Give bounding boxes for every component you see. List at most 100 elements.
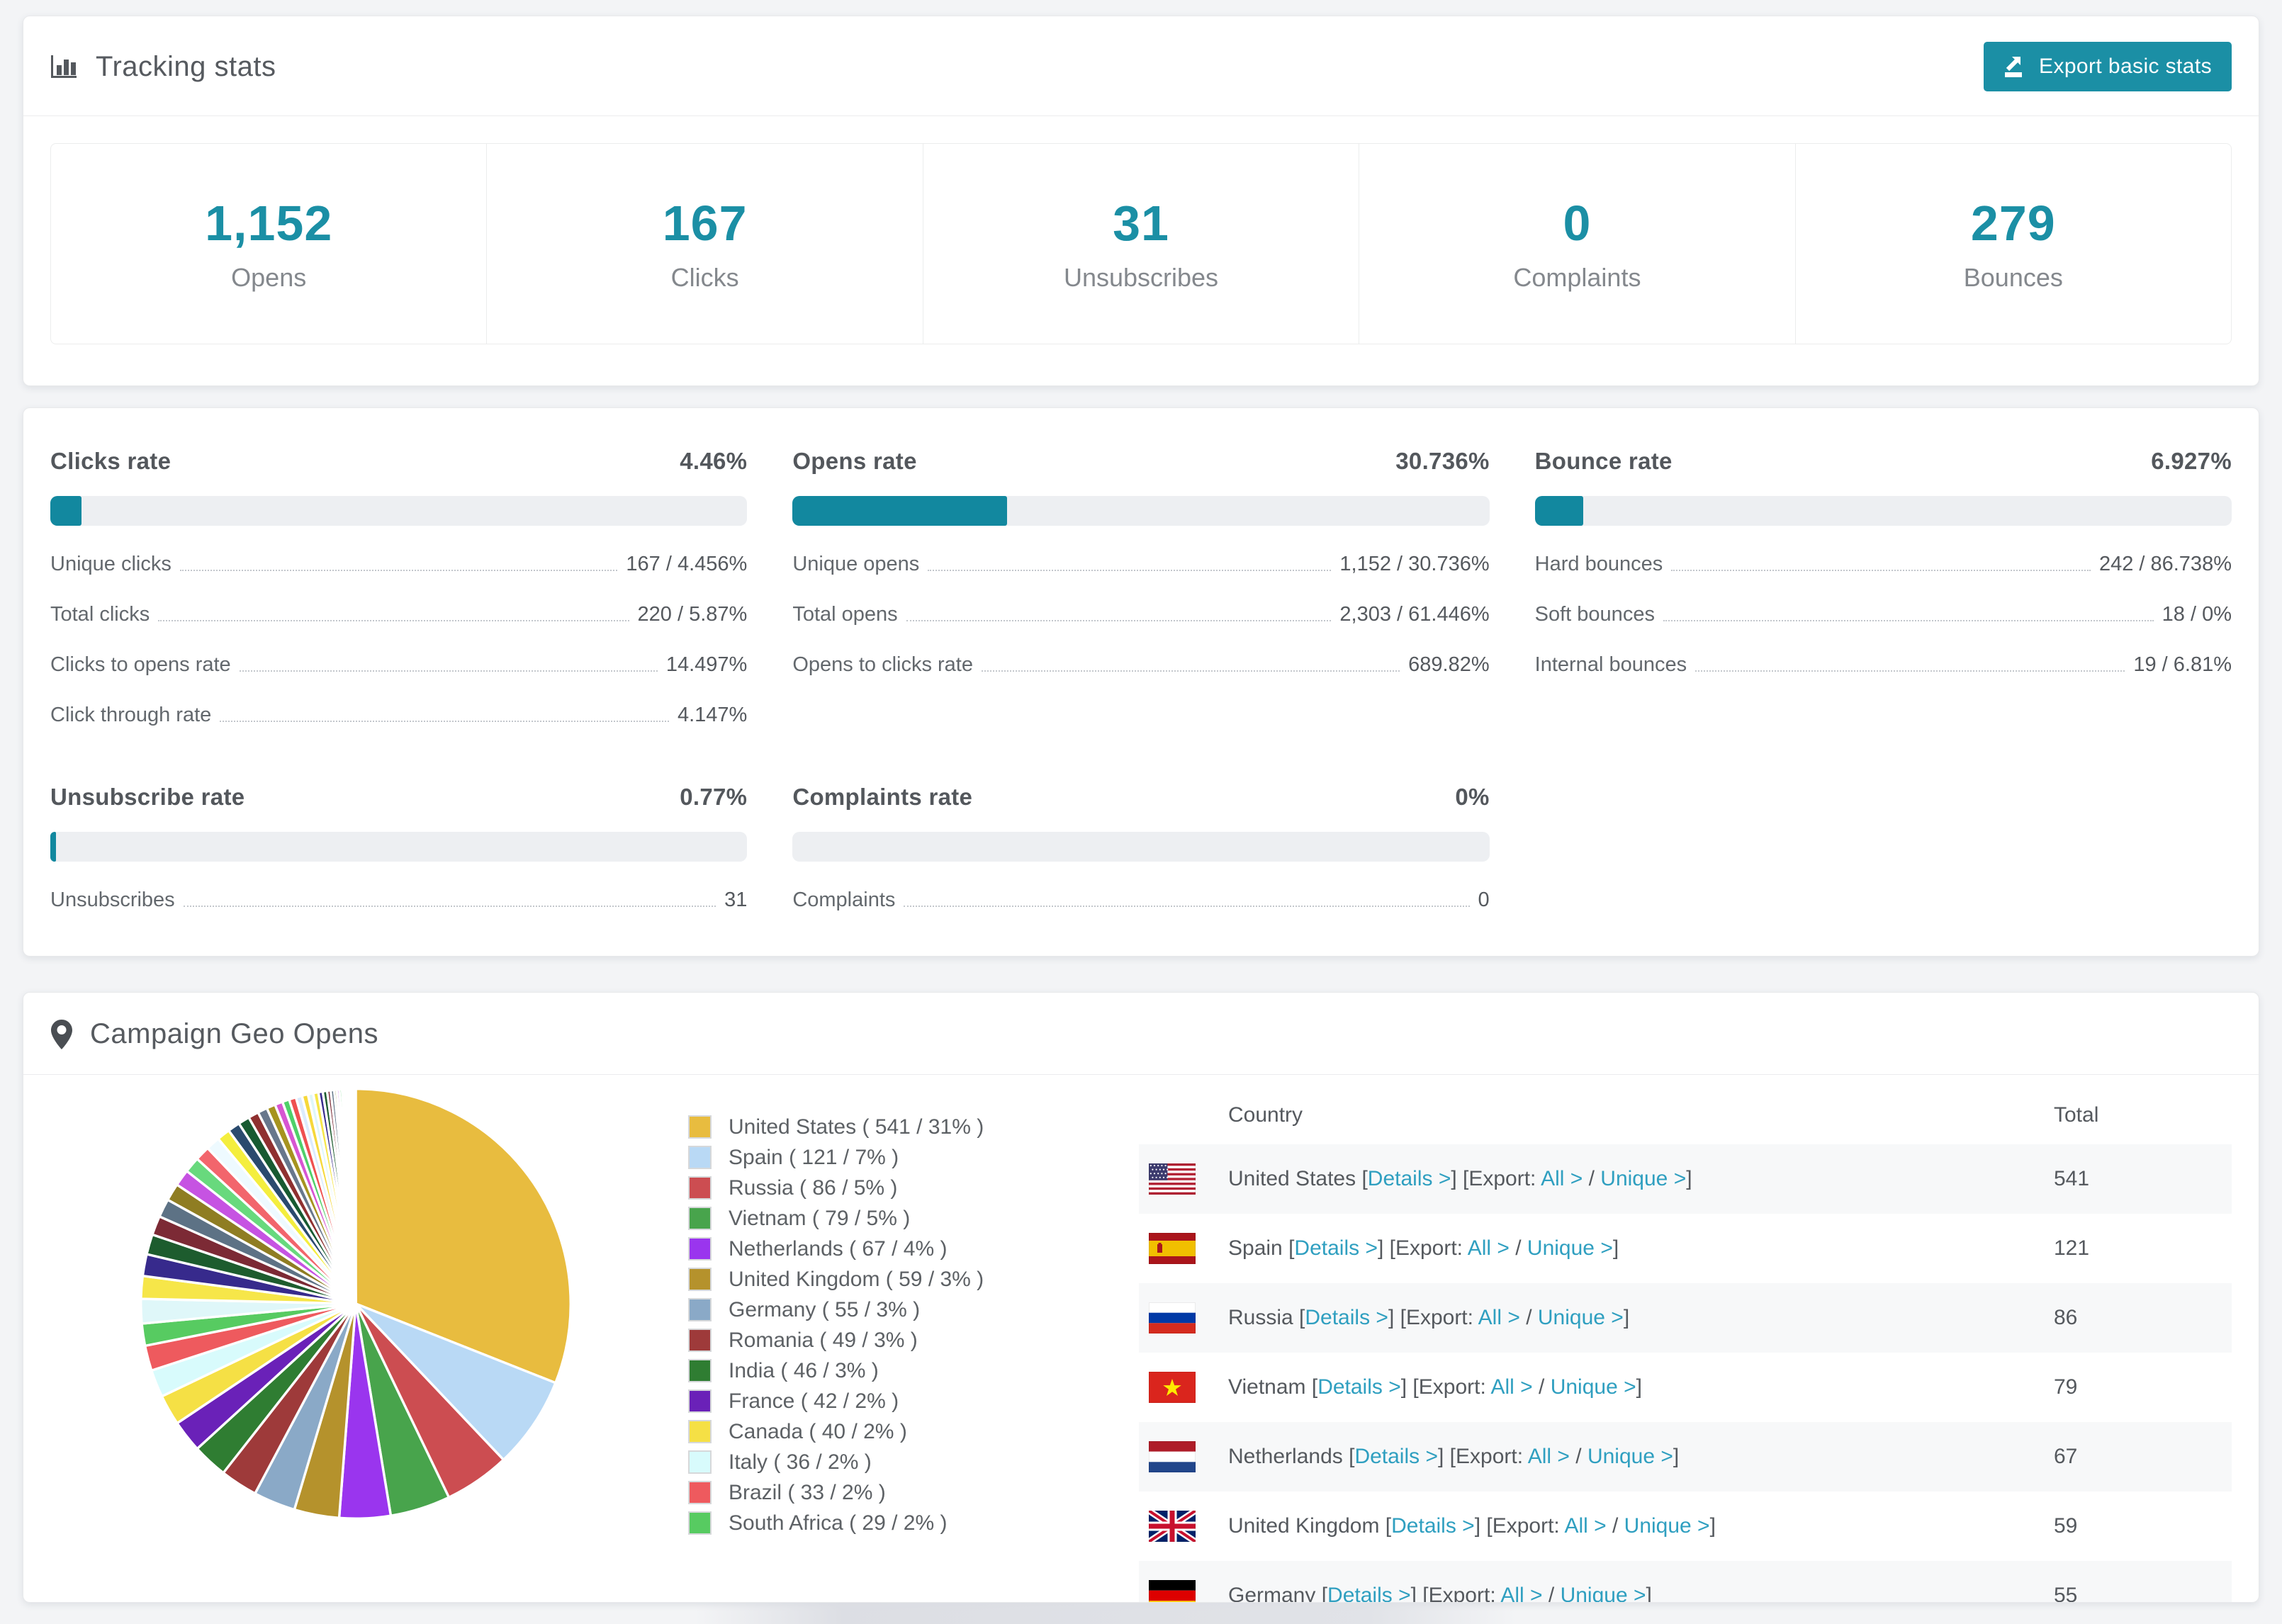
country-name: Vietnam: [1228, 1375, 1306, 1399]
progress-bar-fill: [1534, 496, 1583, 526]
rate-row-label: Internal bounces: [1534, 653, 1687, 676]
flag-nl-icon: [1149, 1441, 1196, 1472]
geo-row-germany: Germany [Details >] [Export: All > / Uni…: [1139, 1561, 2232, 1603]
dotted-leader: [158, 620, 629, 621]
country-name: United States: [1228, 1167, 1356, 1190]
export-unique-link[interactable]: Unique >: [1600, 1167, 1686, 1190]
rate-row-total-clicks: Total clicks 220 / 5.87%: [50, 603, 747, 626]
geo-body: United States ( 541 / 31% ) Spain ( 121 /…: [23, 1075, 2259, 1603]
export-unique-link[interactable]: Unique >: [1527, 1236, 1613, 1260]
total-cell: 121: [2054, 1236, 2090, 1260]
stat-box-bounces: 279 Bounces: [1796, 144, 2231, 344]
export-all-link[interactable]: All >: [1490, 1375, 1532, 1399]
country-name: Spain: [1228, 1236, 1283, 1260]
flag-ru-icon: [1149, 1302, 1196, 1333]
legend-item-france: France ( 42 / 2% ): [688, 1386, 1113, 1416]
stat-label: Bounces: [1963, 263, 2063, 292]
legend-item-south-africa: South Africa ( 29 / 2% ): [688, 1508, 1113, 1538]
total-cell: 79: [2054, 1375, 2078, 1399]
dotted-leader: [183, 906, 716, 907]
stat-value: 279: [1970, 196, 2056, 251]
legend-item-united-kingdom: United Kingdom ( 59 / 3% ): [688, 1264, 1113, 1295]
stat-label: Opens: [231, 263, 307, 292]
total-cell: 67: [2054, 1445, 2078, 1468]
dashboard-page: Tracking stats Export basic stats 1,152 O…: [0, 0, 2282, 1603]
legend-swatch: [688, 1359, 712, 1382]
stat-value: 31: [1113, 196, 1169, 251]
legend-item-canada: Canada ( 40 / 2% ): [688, 1416, 1113, 1447]
geo-row-united-states: United States [Details >] [Export: All >…: [1139, 1144, 2232, 1214]
country-cell: Vietnam [Details >] [Export: All > / Uni…: [1228, 1375, 1642, 1399]
country-column-header: Country: [1228, 1103, 1303, 1127]
rate-value: 0%: [1455, 784, 1490, 810]
map-pin-icon: [50, 1019, 73, 1050]
rate-row-opens-to-clicks-rate: Opens to clicks rate 689.82%: [792, 653, 1489, 677]
stat-value: 167: [662, 196, 748, 251]
stat-box-complaints: 0 Complaints: [1359, 144, 1796, 344]
export-all-link[interactable]: All >: [1500, 1584, 1542, 1602]
tracking-stats-title: Tracking stats: [96, 50, 276, 82]
rate-block-bounce-rate: Bounce rate 6.927% Hard bounces 242 / 86.73…: [1534, 448, 2232, 727]
rates-grid: Clicks rate 4.46% Unique clicks 167 / 4.456…: [50, 448, 2232, 912]
legend-label: United Kingdom ( 59 / 3% ): [729, 1267, 984, 1291]
rate-title: Complaints rate: [792, 784, 973, 810]
flag-cell: [1139, 1353, 1227, 1422]
export-all-link[interactable]: All >: [1541, 1167, 1583, 1190]
stat-value: 0: [1563, 196, 1592, 251]
legend-swatch: [688, 1176, 712, 1200]
rate-rows: Unique opens 1,152 / 30.736% Total opens 2,…: [792, 553, 1489, 677]
export-unique-link[interactable]: Unique >: [1624, 1514, 1710, 1538]
stat-box-clicks: 167 Clicks: [487, 144, 923, 344]
legend-item-spain: Spain ( 121 / 7% ): [688, 1142, 1113, 1173]
details-link[interactable]: Details >: [1294, 1236, 1378, 1260]
geo-row-united-kingdom: United Kingdom [Details >] [Export: All …: [1139, 1492, 2232, 1561]
geo-header: Campaign Geo Opens: [23, 993, 2259, 1075]
rate-row-click-through-rate: Click through rate 4.147%: [50, 704, 747, 727]
details-link[interactable]: Details >: [1368, 1167, 1451, 1190]
geo-pie-chart[interactable]: [135, 1083, 576, 1524]
progress-bar: [792, 832, 1490, 862]
export-basic-stats-button[interactable]: Export basic stats: [1984, 42, 2232, 91]
flag-gb-icon: [1149, 1511, 1196, 1542]
details-link[interactable]: Details >: [1317, 1375, 1401, 1399]
flag-cell: [1139, 1144, 1227, 1214]
export-unique-link[interactable]: Unique >: [1551, 1375, 1636, 1399]
rate-row-label: Soft bounces: [1534, 603, 1655, 626]
export-unique-link[interactable]: Unique >: [1587, 1445, 1673, 1468]
details-link[interactable]: Details >: [1354, 1445, 1438, 1468]
details-link[interactable]: Details >: [1327, 1584, 1411, 1602]
details-link[interactable]: Details >: [1391, 1514, 1475, 1538]
details-link[interactable]: Details >: [1305, 1306, 1388, 1329]
flag-column-header: [1139, 1086, 1227, 1144]
rate-head: Bounce rate 6.927%: [1535, 448, 2232, 475]
legend-label: Canada ( 40 / 2% ): [729, 1419, 907, 1443]
export-all-link[interactable]: All >: [1468, 1236, 1510, 1260]
flag-cell: [1139, 1422, 1227, 1492]
legend-swatch: [688, 1481, 712, 1504]
legend-swatch: [688, 1450, 712, 1474]
rate-title: Unsubscribe rate: [50, 784, 245, 810]
export-all-link[interactable]: All >: [1528, 1445, 1570, 1468]
legend-swatch: [688, 1207, 712, 1230]
legend-label: Romania ( 49 / 3% ): [729, 1328, 918, 1352]
export-all-link[interactable]: All >: [1478, 1306, 1520, 1329]
total-column-header: Total: [2054, 1103, 2099, 1127]
rate-row-soft-bounces: Soft bounces 18 / 0%: [1535, 603, 2232, 626]
export-unique-link[interactable]: Unique >: [1538, 1306, 1624, 1329]
dotted-leader: [179, 570, 618, 571]
stat-value: 1,152: [205, 196, 333, 251]
rate-row-value: 14.497%: [665, 653, 748, 676]
stat-label: Clicks: [670, 263, 739, 292]
flag-es-icon: [1149, 1233, 1196, 1264]
total-cell: 55: [2054, 1584, 2078, 1603]
export-unique-link[interactable]: Unique >: [1561, 1584, 1646, 1602]
pie-slice-other[interactable]: [354, 1088, 357, 1305]
rate-row-total-opens: Total opens 2,303 / 61.446%: [792, 603, 1489, 626]
rate-row-value: 0: [1478, 889, 1490, 911]
rate-row-value: 1,152 / 30.736%: [1339, 553, 1490, 575]
export-all-link[interactable]: All >: [1564, 1514, 1606, 1538]
geo-table-wrap: Country Total United States [Details >] …: [1139, 1078, 2232, 1603]
rate-block-complaints-rate: Complaints rate 0% Complaints 0: [792, 784, 1490, 912]
country-cell: United Kingdom [Details >] [Export: All …: [1228, 1514, 1716, 1538]
rate-row-value: 2,303 / 61.446%: [1339, 603, 1490, 626]
